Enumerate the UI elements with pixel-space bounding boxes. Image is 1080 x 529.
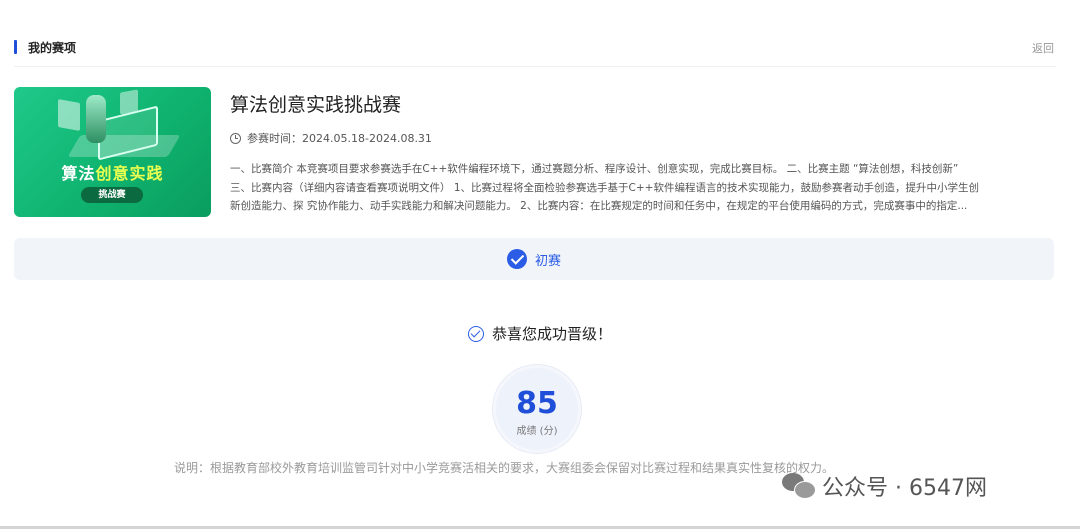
header-accent-bar xyxy=(14,40,17,54)
section-title: 我的赛项 xyxy=(28,41,77,55)
competition-description: 一、比赛简介 本竞赛项目要求参赛选手在C++软件编程环境下，通过赛题分析、程序设… xyxy=(230,160,1056,216)
clock-icon xyxy=(230,132,241,144)
cover-panel-graphic xyxy=(58,99,80,131)
stage-label[interactable]: 初赛 xyxy=(535,250,561,269)
cover-title: 算法创意实践 xyxy=(14,160,211,184)
competition-time-row: 参赛时间：2024.05.18-2024.08.31 xyxy=(230,130,432,146)
competition-title: 算法创意实践挑战赛 xyxy=(230,94,402,116)
competition-time: 参赛时间：2024.05.18-2024.08.31 xyxy=(247,132,432,145)
description-line: 一、比赛简介 本竞赛项目要求参赛选手在C++软件编程环境下，通过赛题分析、程序设… xyxy=(230,163,959,175)
score-circle: 85 成绩 (分) xyxy=(493,365,581,453)
congrats-text: 恭喜您成功晋级！ xyxy=(491,325,612,343)
section-header: 我的赛项 返回 xyxy=(14,36,1056,67)
stage-progress-bar: 初赛 xyxy=(14,238,1054,280)
congrats-row: 恭喜您成功晋级！ xyxy=(0,323,1080,344)
cover-title-part1: 算法 xyxy=(61,164,96,183)
score-value: 85 xyxy=(516,386,558,421)
competition-cover-image[interactable]: 算法创意实践 挑战赛 xyxy=(14,87,211,217)
check-circle-icon xyxy=(506,249,527,269)
wechat-icon xyxy=(782,471,816,501)
cover-badge: 挑战赛 xyxy=(81,187,143,203)
back-link[interactable]: 返回 xyxy=(1032,40,1054,56)
watermark: 公众号 · 6547网 xyxy=(782,470,987,502)
cover-robot-graphic xyxy=(86,95,106,143)
score-label: 成绩 (分) xyxy=(516,426,558,437)
description-line: 新创造能力、探 究协作能力、动手实践能力和解决问题能力。 2、比赛内容：在比赛规… xyxy=(230,200,968,212)
description-line: 三、比赛内容（详细内容请查看赛项说明文件） 1、比赛过程将全面检验参赛选手基于C… xyxy=(230,181,979,194)
cover-title-part2: 创意实践 xyxy=(95,164,164,183)
note-text: 说明：根据教育部校外教育培训监管司针对中小学竞赛活相关的要求，大赛组委会保留对比… xyxy=(174,461,835,475)
check-outline-icon xyxy=(467,325,484,342)
watermark-text: 公众号 · 6547网 xyxy=(822,476,987,501)
